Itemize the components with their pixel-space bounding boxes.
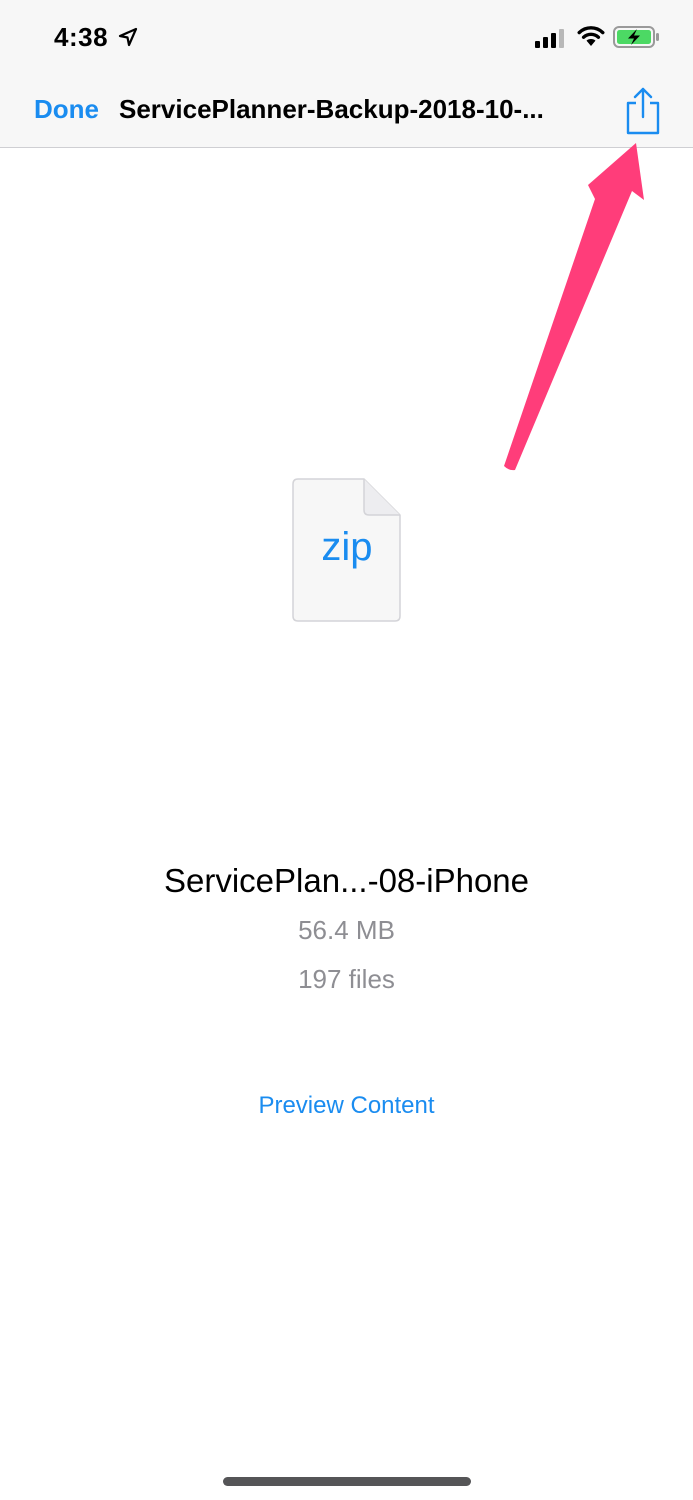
- battery-charging-icon: [613, 26, 659, 48]
- location-arrow-icon: [118, 27, 138, 47]
- share-icon[interactable]: [623, 84, 663, 136]
- file-type-label: zip: [321, 525, 373, 569]
- cellular-signal-icon: [535, 29, 564, 48]
- done-button[interactable]: Done: [34, 94, 99, 125]
- preview-content-button[interactable]: Preview Content: [0, 1092, 693, 1120]
- file-count: 197 files: [298, 964, 395, 994]
- wifi-icon: [577, 26, 605, 46]
- quick-look-screen: 4:38 Done ServicePlanner-Backup-2018-10-…: [0, 0, 693, 1500]
- top-bar: 4:38 Done ServicePlanner-Backup-2018-10-…: [0, 0, 693, 148]
- status-time: 4:38: [54, 22, 109, 52]
- file-name: ServicePlan...-08-iPhone: [163, 862, 530, 899]
- file-size: 56.4 MB: [298, 915, 395, 945]
- page-title: ServicePlanner-Backup-2018-10-...: [119, 94, 544, 124]
- annotation-arrow: [504, 143, 644, 471]
- home-indicator[interactable]: [223, 1477, 471, 1486]
